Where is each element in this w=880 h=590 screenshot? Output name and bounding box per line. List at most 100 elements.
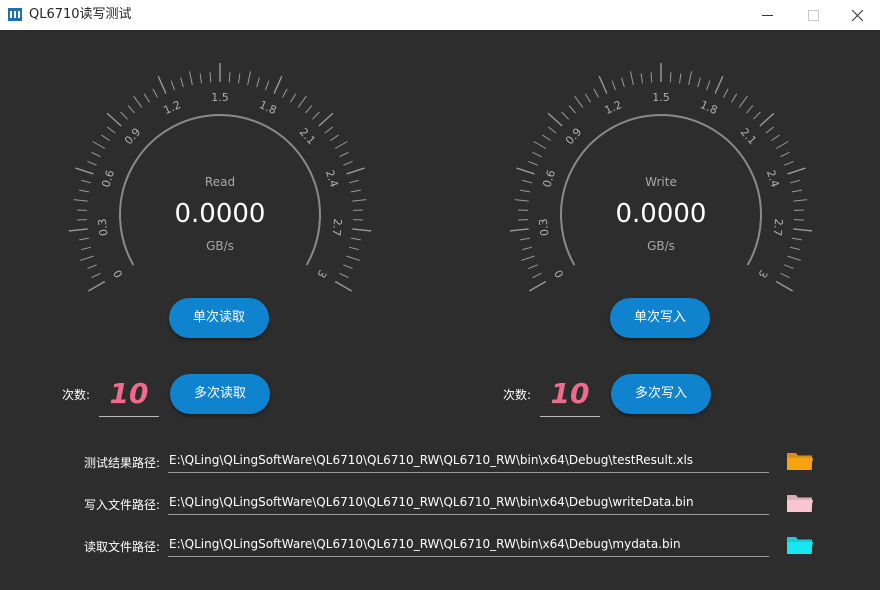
gauge-minor-tick bbox=[339, 151, 349, 158]
gauge-minor-tick bbox=[791, 189, 802, 193]
gauge-minor-tick bbox=[780, 151, 790, 158]
folder-front bbox=[787, 500, 813, 512]
write-path-field[interactable]: E:\QLing\QLingSoftWare\QL6710\QL6710_RW\… bbox=[168, 492, 769, 515]
gauge-tick-label: 0 bbox=[111, 267, 126, 280]
maximize-icon bbox=[808, 10, 819, 21]
folder-cyan-icon[interactable] bbox=[786, 534, 814, 556]
gauge-minor-tick bbox=[209, 72, 212, 83]
write-path-label: 写入文件路径: bbox=[83, 498, 160, 512]
gauge-major-tick bbox=[714, 75, 724, 94]
gauge-minor-tick bbox=[199, 73, 202, 84]
gauge-tick-label: 3 bbox=[755, 267, 770, 280]
gauge-major-tick bbox=[547, 112, 563, 127]
gauge-minor-tick bbox=[528, 160, 538, 166]
gauge-minor-tick bbox=[584, 93, 591, 103]
gauge-minor-tick bbox=[533, 141, 547, 149]
write-count-label: 次数: bbox=[503, 388, 532, 402]
gauge-minor-tick bbox=[290, 93, 297, 103]
gauge-minor-tick bbox=[228, 72, 231, 83]
gauge-tick-label: 1.8 bbox=[698, 98, 719, 117]
gauge-minor-tick bbox=[532, 272, 542, 279]
multi-read-button[interactable]: 多次读取 bbox=[170, 374, 270, 414]
gauge-major-tick bbox=[598, 75, 608, 94]
gauge-minor-tick bbox=[746, 105, 754, 114]
gauge-minor-tick bbox=[722, 88, 729, 98]
gauge-minor-tick bbox=[133, 95, 143, 108]
close-button[interactable] bbox=[834, 0, 880, 30]
gauge-minor-tick bbox=[611, 80, 616, 91]
gauge-minor-tick bbox=[143, 93, 150, 103]
gauge-minor-tick bbox=[706, 80, 711, 91]
read-path-field[interactable]: E:\QLing\QLingSoftWare\QL6710\QL6710_RW\… bbox=[168, 534, 769, 557]
gauge-minor-tick bbox=[775, 141, 789, 149]
gauge-major-tick bbox=[75, 167, 94, 175]
gauge-minor-tick bbox=[350, 189, 361, 193]
gauge-minor-tick bbox=[532, 151, 542, 158]
gauge-major-tick bbox=[509, 228, 529, 232]
close-icon bbox=[852, 10, 863, 21]
multi-write-button[interactable]: 多次写入 bbox=[611, 374, 711, 414]
gauge-minor-tick bbox=[238, 73, 241, 84]
gauge-minor-tick bbox=[520, 189, 531, 193]
gauge-minor-tick bbox=[568, 105, 576, 114]
gauge-minor-tick bbox=[265, 80, 270, 91]
gauge-major-tick bbox=[775, 280, 793, 292]
single-write-button[interactable]: 单次写入 bbox=[610, 298, 710, 338]
gauge-minor-tick bbox=[91, 151, 101, 158]
gauge-minor-tick bbox=[312, 111, 320, 120]
read-gauge-value: 0.0000 bbox=[174, 199, 266, 229]
gauge-minor-tick bbox=[343, 160, 353, 166]
write-gauge-label: Write bbox=[645, 175, 677, 189]
folder-orange-icon[interactable] bbox=[786, 450, 814, 472]
gauge-minor-tick bbox=[127, 105, 135, 114]
write-gauge-unit: GB/s bbox=[647, 239, 675, 253]
gauge-minor-tick bbox=[731, 93, 738, 103]
gauge-minor-tick bbox=[650, 72, 653, 83]
result-path-field[interactable]: E:\QLing\QLingSoftWare\QL6710\QL6710_RW\… bbox=[168, 450, 769, 473]
gauge-minor-tick bbox=[679, 73, 682, 84]
gauge-minor-tick bbox=[188, 71, 193, 86]
gauge-tick-label: 0 bbox=[552, 267, 567, 280]
gauge-minor-tick bbox=[697, 77, 701, 88]
folder-pink-icon[interactable] bbox=[786, 492, 814, 514]
gauge-major-tick bbox=[529, 280, 547, 292]
gauge-minor-tick bbox=[91, 272, 101, 279]
app-chip-icon bbox=[8, 8, 22, 21]
gauge-major-tick bbox=[516, 167, 535, 175]
gauge-minor-tick bbox=[152, 88, 159, 98]
gauge-tick-label: 0.9 bbox=[122, 126, 143, 148]
gauge-minor-tick bbox=[640, 73, 643, 84]
gauge-minor-tick bbox=[329, 134, 339, 142]
gauge-minor-tick bbox=[780, 272, 790, 279]
folder-front bbox=[787, 542, 813, 554]
gauge-minor-tick bbox=[765, 126, 774, 134]
gauge-major-tick bbox=[787, 167, 806, 175]
gauge-major-tick bbox=[318, 112, 334, 127]
gauge-major-tick bbox=[157, 75, 167, 94]
window-title: QL6710读写测试 bbox=[29, 7, 132, 22]
read-gauge-label: Read bbox=[204, 175, 236, 189]
maximize-button[interactable] bbox=[790, 0, 836, 30]
gauge-minor-tick bbox=[346, 255, 360, 261]
gauge-major-tick bbox=[68, 228, 88, 232]
gauge-minor-tick bbox=[256, 77, 260, 88]
gauge-tick-label: 1.5 bbox=[211, 91, 229, 104]
gauge-minor-tick bbox=[738, 95, 748, 108]
gauge-minor-tick bbox=[281, 88, 288, 98]
gauge-minor-tick bbox=[548, 126, 557, 134]
gauge-minor-tick bbox=[101, 134, 111, 142]
gauge-tick-label: 1.2 bbox=[162, 98, 183, 117]
write-speed-gauge: 0 0.3 0.6 0.9 1.2 1.5 1.8 2.1 2.4 2.7 3 Write 0.00… bbox=[496, 55, 826, 295]
gauge-minor-tick bbox=[621, 77, 625, 88]
single-read-button[interactable]: 单次读取 bbox=[169, 298, 269, 338]
read-count-input[interactable]: 10 bbox=[99, 376, 159, 417]
read-speed-gauge: 0 0.3 0.6 0.9 1.2 1.5 1.8 2.1 2.4 2.7 3 Read 0.000… bbox=[55, 55, 385, 295]
gauge-minor-tick bbox=[107, 126, 116, 134]
gauge-minor-tick bbox=[334, 141, 348, 149]
minimize-button[interactable] bbox=[744, 0, 790, 30]
write-count-input[interactable]: 10 bbox=[540, 376, 600, 417]
minimize-icon bbox=[762, 15, 773, 16]
gauge-minor-tick bbox=[92, 141, 106, 149]
gauge-major-tick bbox=[334, 280, 352, 292]
gauge-tick-label: 2.1 bbox=[738, 126, 759, 148]
